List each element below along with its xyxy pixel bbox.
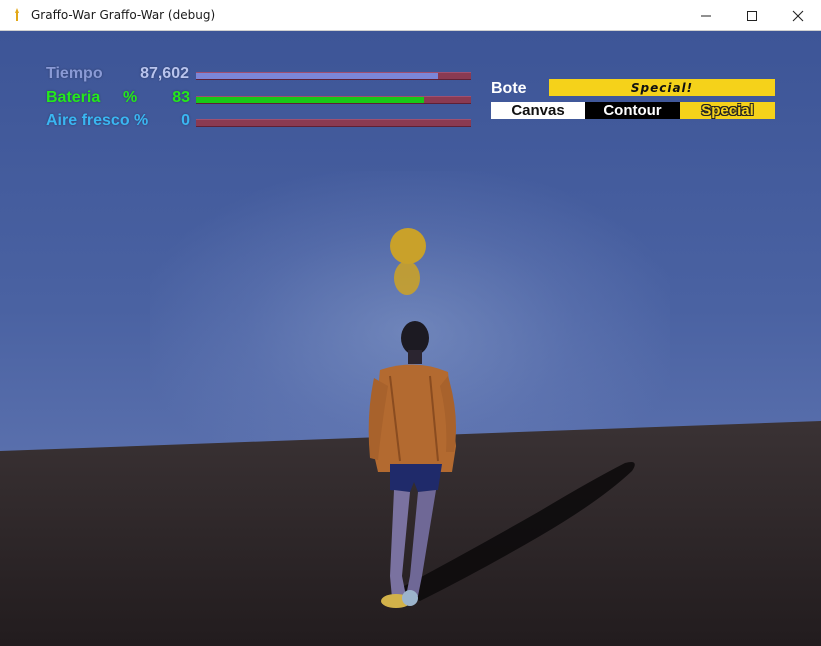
stat-value: 87,602 <box>140 65 189 82</box>
bote-mode-tabs: Canvas Contour Special <box>491 102 775 119</box>
minimize-icon <box>701 15 711 16</box>
aire-fresco-bar <box>196 119 471 127</box>
bote-label: Bote <box>491 80 527 97</box>
window-titlebar: Graffo-War Graffo-War (debug) <box>0 0 821 31</box>
maximize-button[interactable] <box>729 0 775 31</box>
window-title: Graffo-War Graffo-War (debug) <box>31 8 216 22</box>
player-character <box>368 321 456 608</box>
special-mode-banner: Special! <box>549 79 775 96</box>
minimize-button[interactable] <box>683 0 729 31</box>
bateria-bar <box>196 96 471 104</box>
maximize-icon <box>747 10 757 21</box>
stat-value: 83 <box>172 89 190 106</box>
close-button[interactable] <box>775 0 821 31</box>
tab-canvas[interactable]: Canvas <box>491 102 585 119</box>
stat-label: Bateria <box>46 89 101 106</box>
bateria-bar-fill <box>196 97 425 103</box>
stat-value: 0 <box>181 112 190 129</box>
game-viewport[interactable]: Tiempo 87,602 Bateria % 83 Aire fresco %… <box>0 31 821 646</box>
tab-contour[interactable]: Contour <box>585 102 680 119</box>
window-controls <box>683 0 821 31</box>
close-icon <box>792 10 804 21</box>
stat-unit: % <box>123 89 138 106</box>
stat-label: Tiempo <box>46 65 103 82</box>
tiempo-bar <box>196 72 471 80</box>
app-icon <box>9 7 25 23</box>
stat-label: Aire fresco % <box>46 112 149 129</box>
tab-special[interactable]: Special <box>680 102 775 119</box>
tiempo-bar-fill <box>196 73 438 79</box>
